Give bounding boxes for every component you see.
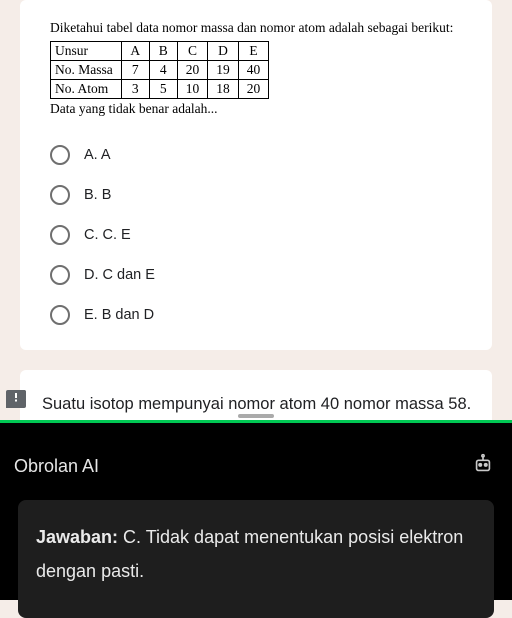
radio-icon <box>50 305 70 325</box>
question-prompt: Diketahui tabel data nomor massa dan nom… <box>50 20 482 36</box>
table-cell: A <box>121 42 149 61</box>
option-label: D. C dan E <box>84 267 155 283</box>
table-cell: No. Massa <box>51 61 122 80</box>
option-a[interactable]: A. A <box>30 135 482 175</box>
question-footer: Data yang tidak benar adalah... <box>50 101 482 117</box>
ai-panel-title: Obrolan AI <box>14 456 99 477</box>
table-cell: 4 <box>149 61 177 80</box>
radio-icon <box>50 225 70 245</box>
table-cell: 19 <box>208 61 239 80</box>
option-c[interactable]: C. C. E <box>30 215 482 255</box>
table-cell: 20 <box>238 80 269 99</box>
option-label: A. A <box>84 147 111 163</box>
table-cell: D <box>208 42 239 61</box>
table-cell: B <box>149 42 177 61</box>
ai-chat-panel: Obrolan AI Jawaban: C. Tidak dapat menen… <box>0 420 512 600</box>
data-table: Unsur A B C D E No. Massa 7 4 20 19 40 N… <box>50 41 269 99</box>
table-cell: C <box>177 42 208 61</box>
option-label: C. C. E <box>84 227 131 243</box>
radio-icon <box>50 185 70 205</box>
option-d[interactable]: D. C dan E <box>30 255 482 295</box>
option-label: B. B <box>84 187 111 203</box>
table-cell: 20 <box>177 61 208 80</box>
table-row: Unsur A B C D E <box>51 42 269 61</box>
feedback-icon[interactable] <box>6 390 26 408</box>
table-cell: 3 <box>121 80 149 99</box>
option-label: E. B dan D <box>84 307 154 323</box>
table-cell: 10 <box>177 80 208 99</box>
radio-icon <box>50 265 70 285</box>
option-b[interactable]: B. B <box>30 175 482 215</box>
table-cell: No. Atom <box>51 80 122 99</box>
table-cell: 7 <box>121 61 149 80</box>
radio-icon <box>50 145 70 165</box>
ai-panel-header: Obrolan AI <box>0 423 512 494</box>
option-e[interactable]: E. B dan D <box>30 295 482 335</box>
table-cell: 5 <box>149 80 177 99</box>
ai-answer-label: Jawaban: <box>36 527 118 547</box>
table-row: No. Atom 3 5 10 18 20 <box>51 80 269 99</box>
table-cell: E <box>238 42 269 61</box>
ai-answer-card: Jawaban: C. Tidak dapat menentukan posis… <box>18 500 494 618</box>
table-row: No. Massa 7 4 20 19 40 <box>51 61 269 80</box>
table-cell: Unsur <box>51 42 122 61</box>
robot-icon[interactable] <box>472 453 494 480</box>
ai-answer-text: Jawaban: C. Tidak dapat menentukan posis… <box>36 520 476 588</box>
table-cell: 40 <box>238 61 269 80</box>
drag-handle[interactable] <box>238 414 274 418</box>
table-cell: 18 <box>208 80 239 99</box>
question-card-1: Diketahui tabel data nomor massa dan nom… <box>20 0 492 350</box>
